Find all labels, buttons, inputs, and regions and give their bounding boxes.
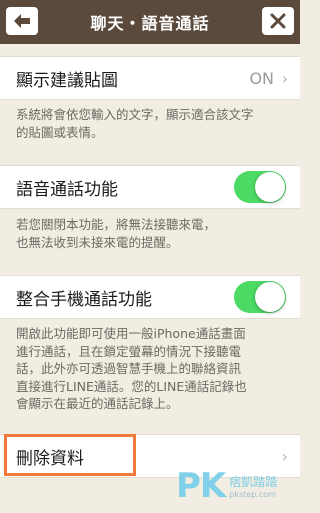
watermark-text-block: 痞凱踏踏 pkstep.com [229, 473, 277, 499]
setting-description: 若您關閉本功能，將無法接聽來電， 也無法收到未接來電的提醒。 [16, 216, 290, 251]
setting-suggest-stickers[interactable]: 顯示建議貼圖 ON › [0, 56, 300, 100]
setting-value: ON [249, 68, 274, 88]
description-line: 也無法收到未接來電的提醒。 [16, 234, 179, 250]
description-line: 直接進行LINE通話。您的LINE通話記錄也 [16, 378, 247, 394]
close-button[interactable] [262, 7, 294, 35]
description-line: 若您關閉本功能，將無法接聽來電， [16, 217, 217, 232]
description-line: 話，此外亦可透過智慧手機上的聯絡資訊 [16, 361, 242, 376]
setting-description: 開啟此功能即可使用一般iPhone通話畫面 進行通話，且在鎖定螢幕的情況下接聽電… [16, 325, 290, 413]
setting-label: 顯示建議貼圖 [16, 70, 118, 91]
back-button[interactable] [6, 7, 38, 35]
setting-voice-call: 語音通話功能 [0, 165, 300, 209]
back-arrow-icon [14, 14, 30, 28]
voice-call-toggle[interactable] [234, 171, 286, 203]
watermark-logo: PK [176, 466, 226, 506]
integrate-phone-toggle[interactable] [234, 281, 286, 313]
watermark-url: pkstep.com [229, 490, 276, 499]
close-icon [270, 13, 286, 29]
description-line: 開啟此功能即可使用一般iPhone通話畫面 [16, 326, 246, 341]
description-line: 進行通話，且在鎖定螢幕的情況下接聽電 [16, 343, 242, 359]
setting-description: 系統將會依您輸入的文字，顯示適合該文字 的貼圖或表情。 [16, 106, 290, 141]
watermark: PK 痞凱踏踏 pkstep.com [176, 466, 277, 506]
description-line: 系統將會依您輸入的文字，顯示適合該文字 [16, 107, 254, 122]
description-line: 的貼圖或表情。 [16, 124, 104, 140]
setting-label: 整合手機通話功能 [16, 289, 152, 310]
chevron-right-icon: › [281, 68, 288, 88]
highlight-box [4, 434, 136, 476]
setting-label: 語音通話功能 [16, 179, 118, 200]
nav-header: 聊天・語音通話 [0, 0, 300, 44]
watermark-text: 痞凱踏踏 [229, 475, 278, 489]
page-title: 聊天・語音通話 [90, 14, 210, 33]
toggle-knob [255, 172, 285, 202]
chevron-right-icon: › [281, 446, 288, 466]
setting-integrate-phone: 整合手機通話功能 [0, 275, 300, 319]
description-line: 會顯示在最近的通話記錄上。 [16, 396, 179, 411]
toggle-knob [255, 282, 285, 312]
